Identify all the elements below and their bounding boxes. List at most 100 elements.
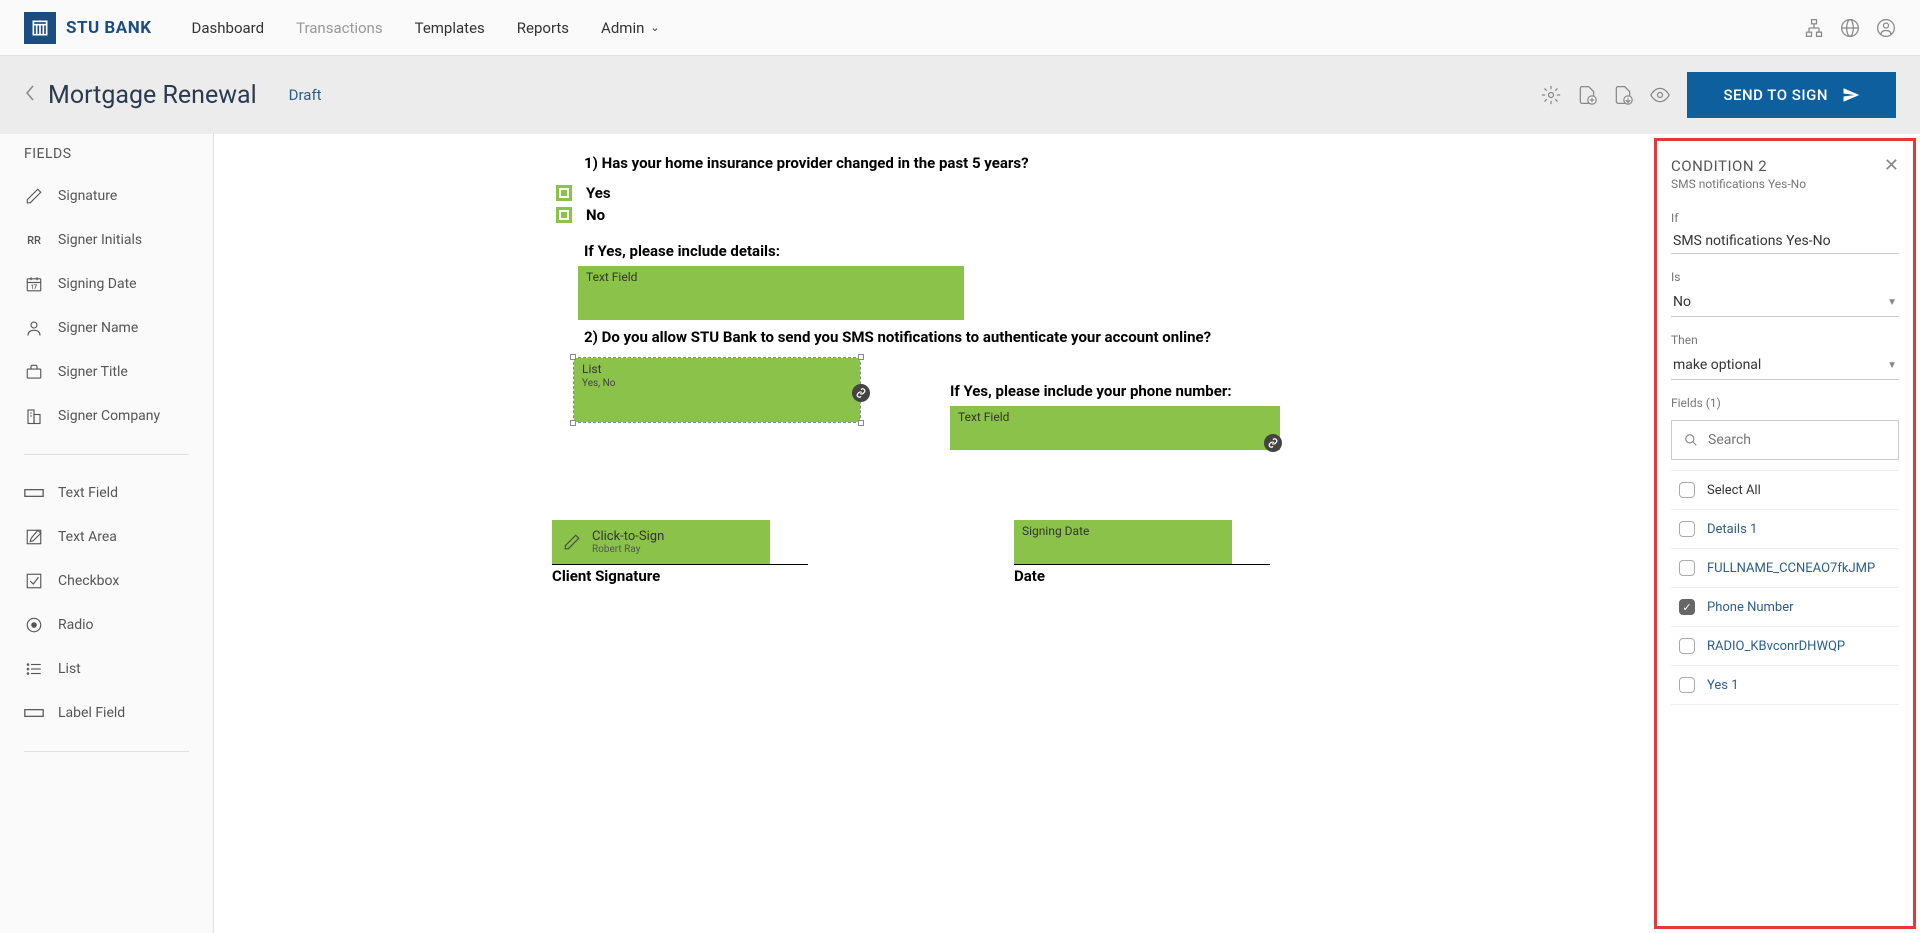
text-field-1[interactable]: Text Field [578, 266, 964, 320]
is-select[interactable]: No ▼ [1671, 288, 1899, 317]
person-icon [24, 318, 44, 338]
sidebar-item-signer-company[interactable]: Signer Company [0, 394, 213, 438]
signer-name: Robert Ray [592, 544, 664, 555]
text-field-phone[interactable]: Text Field [950, 406, 1280, 450]
field-label: Yes 1 [1707, 678, 1739, 693]
resize-handle[interactable] [858, 354, 864, 360]
sidebar-item-signer-initials[interactable]: RR Signer Initials [0, 218, 213, 262]
is-value: No [1673, 294, 1691, 310]
sidebar-item-label: Text Area [58, 529, 117, 545]
if-value[interactable]: SMS notifications Yes-No [1671, 229, 1899, 254]
if-yes-details-label: If Yes, please include details: [584, 242, 1800, 260]
close-button[interactable]: ✕ [1884, 157, 1899, 175]
sidebar-item-checkbox[interactable]: Checkbox [0, 559, 213, 603]
field-item-yes1[interactable]: Yes 1 [1671, 666, 1899, 705]
field-label: FULLNAME_CCNEAO7fkJMP [1707, 561, 1875, 576]
sidebar-item-label: Label Field [58, 705, 125, 721]
sidebar-item-label-field[interactable]: Label Field [0, 691, 213, 735]
sitemap-icon[interactable] [1804, 18, 1824, 38]
checkbox[interactable] [1679, 638, 1695, 654]
sidebar-item-label: Signer Title [58, 364, 128, 380]
document-download-icon[interactable] [1613, 85, 1633, 105]
back-button[interactable] [24, 84, 36, 107]
select-all-item[interactable]: Select All [1671, 471, 1899, 510]
eye-icon[interactable] [1649, 85, 1671, 105]
then-group: Then make optional ▼ [1671, 333, 1899, 380]
logo-icon [24, 12, 56, 44]
send-to-sign-button[interactable]: SEND TO SIGN [1687, 72, 1896, 118]
field-label: Details 1 [1707, 522, 1757, 537]
sidebar-group-2: Text Field Text Area Checkbox Radio List… [0, 463, 213, 743]
sidebar-item-text-area[interactable]: Text Area [0, 515, 213, 559]
sidebar-item-label: Signature [58, 188, 117, 204]
sidebar-item-signer-name[interactable]: Signer Name [0, 306, 213, 350]
click-to-sign-field[interactable]: Click-to-Sign Robert Ray [552, 520, 770, 564]
checkbox[interactable] [1679, 482, 1695, 498]
condition-panel: CONDITION 2 ✕ SMS notifications Yes-No I… [1654, 138, 1916, 929]
sidebar-item-signer-title[interactable]: Signer Title [0, 350, 213, 394]
pencil-icon [24, 186, 44, 206]
then-select[interactable]: make optional ▼ [1671, 351, 1899, 380]
globe-icon[interactable] [1840, 18, 1860, 38]
checkbox[interactable] [1679, 521, 1695, 537]
checkbox-field[interactable] [556, 185, 572, 201]
field-label: Text Field [586, 270, 637, 284]
nav-item-templates[interactable]: Templates [415, 19, 485, 37]
sidebar-divider [24, 751, 189, 752]
checkbox-field[interactable] [556, 207, 572, 223]
resize-handle[interactable] [570, 354, 576, 360]
list-field[interactable]: List Yes, No [574, 358, 860, 422]
signature-block: Click-to-Sign Robert Ray Client Signatur… [552, 520, 808, 585]
field-label: Phone Number [1707, 600, 1794, 615]
gear-icon[interactable] [1541, 85, 1561, 105]
sidebar-item-label: List [58, 661, 81, 677]
logo-text: STU BANK [66, 18, 152, 38]
search-box[interactable] [1671, 420, 1899, 460]
logo[interactable]: STU BANK [24, 12, 152, 44]
textarea-icon [24, 527, 44, 547]
field-item-radio[interactable]: RADIO_KBvconrDHWQP [1671, 627, 1899, 666]
sidebar-item-radio[interactable]: Radio [0, 603, 213, 647]
briefcase-icon [24, 362, 44, 382]
nav-right [1804, 18, 1896, 38]
field-item-fullname[interactable]: FULLNAME_CCNEAO7fkJMP [1671, 549, 1899, 588]
nav-item-admin-label: Admin [601, 19, 644, 37]
signature-line [552, 564, 808, 565]
page-title: Mortgage Renewal [48, 81, 257, 110]
resize-handle[interactable] [570, 420, 576, 426]
then-value: make optional [1673, 357, 1761, 373]
link-icon[interactable] [1264, 434, 1282, 452]
link-icon[interactable] [852, 384, 870, 402]
list-icon [24, 659, 44, 679]
field-label: Text Field [958, 410, 1009, 424]
sidebar-item-list[interactable]: List [0, 647, 213, 691]
document-plus-icon[interactable] [1577, 85, 1597, 105]
sidebar-item-label: Signer Initials [58, 232, 142, 248]
sidebar-item-signing-date[interactable]: 17 Signing Date [0, 262, 213, 306]
field-item-phone[interactable]: ✓ Phone Number [1671, 588, 1899, 627]
is-label: Is [1671, 270, 1899, 284]
sidebar-item-label: Signing Date [58, 276, 137, 292]
nav-item-admin[interactable]: Admin ⌄ [601, 19, 660, 37]
user-icon[interactable] [1876, 18, 1896, 38]
nav-item-transactions[interactable]: Transactions [296, 19, 383, 37]
checkbox[interactable] [1679, 560, 1695, 576]
search-input[interactable] [1708, 432, 1886, 448]
panel-header: CONDITION 2 ✕ [1671, 157, 1899, 175]
resize-handle[interactable] [858, 420, 864, 426]
nav-item-reports[interactable]: Reports [517, 19, 569, 37]
checkbox[interactable] [1679, 677, 1695, 693]
sidebar-item-text-field[interactable]: Text Field [0, 471, 213, 515]
sidebar-item-signature[interactable]: Signature [0, 174, 213, 218]
if-yes-phone-label: If Yes, please include your phone number… [950, 382, 1280, 400]
dropdown-icon: ▼ [1887, 297, 1897, 308]
signing-date-field[interactable]: Signing Date [1014, 520, 1232, 564]
checkbox-checked[interactable]: ✓ [1679, 599, 1695, 615]
nav-item-dashboard[interactable]: Dashboard [192, 19, 265, 37]
field-item-details[interactable]: Details 1 [1671, 510, 1899, 549]
main-layout: FIELDS Signature RR Signer Initials 17 S… [0, 134, 1920, 933]
date-label: Date [1014, 567, 1270, 585]
yes-label: Yes [586, 184, 611, 202]
if-group: If SMS notifications Yes-No [1671, 211, 1899, 254]
calendar-icon: 17 [24, 274, 44, 294]
